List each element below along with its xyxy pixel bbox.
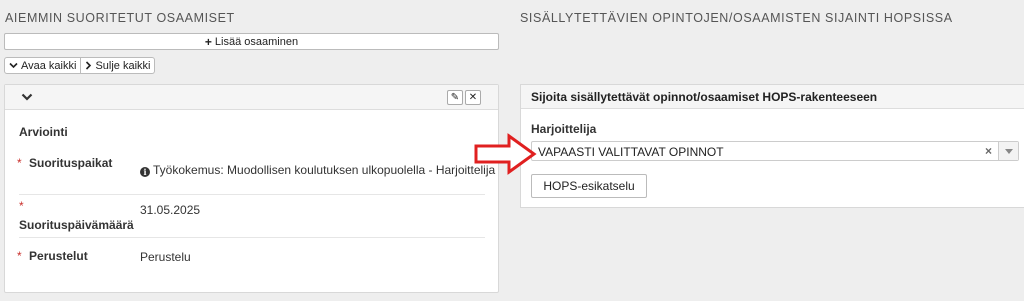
panel-title: Sijoita sisällytettävät opinnot/osaamise… xyxy=(521,85,1024,109)
chevron-down-icon[interactable] xyxy=(20,90,34,104)
close-all-label: Sulje kaikki xyxy=(95,59,151,72)
close-icon: ✕ xyxy=(468,92,478,103)
expand-toggle-group: Avaa kaikki Sulje kaikki xyxy=(4,57,156,74)
left-section-title: AIEMMIN SUORITETUT OSAAMISET xyxy=(5,11,235,25)
hops-placement-panel: Sijoita sisällytettävät opinnot/osaamise… xyxy=(520,84,1024,208)
info-icon: i xyxy=(140,167,150,177)
chevron-right-icon xyxy=(86,61,92,70)
remove-button[interactable]: ✕ xyxy=(465,90,481,105)
add-competence-label: Lisää osaaminen xyxy=(214,35,299,48)
field-label-suorituspaivamaara: Suorituspäivämäärä xyxy=(19,218,134,232)
edit-button[interactable]: ✎ xyxy=(447,90,463,105)
group-label: Harjoittelija xyxy=(531,122,597,136)
field-label-required: * xyxy=(19,199,24,213)
pencil-icon: ✎ xyxy=(450,92,460,103)
field-value-suorituspaivamaara: 31.05.2025 xyxy=(140,203,201,217)
card-header: ✎ ✕ xyxy=(5,85,498,110)
required-marker: * xyxy=(19,199,24,213)
clear-icon[interactable]: × xyxy=(985,144,992,158)
field-label-suorituspaikat: * Suorituspaikat xyxy=(17,156,112,170)
divider xyxy=(19,194,485,195)
hops-placement-select[interactable]: VAPAASTI VALITTAVAT OPINNOT × xyxy=(531,141,1019,161)
hops-preview-button[interactable]: HOPS-esikatselu xyxy=(531,174,647,198)
field-value-suorituspaikat: i Työkokemus: Muodollisen koulutuksen ulk… xyxy=(140,163,495,177)
field-value-perustelut: Perustelu xyxy=(140,250,191,264)
divider xyxy=(19,237,485,238)
red-arrow-icon xyxy=(474,133,537,175)
right-section-title: SISÄLLYTETTÄVIEN OPINTOJEN/OSAAMISTEN SI… xyxy=(520,11,953,25)
field-label-text: Perustelut xyxy=(29,249,88,263)
chevron-down-icon xyxy=(9,62,18,69)
required-marker: * xyxy=(17,249,22,263)
dropdown-arrow-icon[interactable] xyxy=(998,142,1018,160)
close-all-button[interactable]: Sulje kaikki xyxy=(81,57,156,74)
open-all-button[interactable]: Avaa kaikki xyxy=(4,57,82,74)
required-marker: * xyxy=(17,156,22,170)
field-value-text: Työkokemus: Muodollisen koulutuksen ulko… xyxy=(153,163,496,177)
assessment-heading: Arviointi xyxy=(19,125,68,139)
add-competence-button[interactable]: + Lisää osaaminen xyxy=(4,33,499,50)
competence-card: ✎ ✕ Arviointi * Suorituspaikat i Työkokem… xyxy=(4,84,499,293)
field-label-perustelut: * Perustelut xyxy=(17,249,88,263)
open-all-label: Avaa kaikki xyxy=(21,59,77,72)
selected-value: VAPAASTI VALITTAVAT OPINNOT xyxy=(538,145,724,159)
field-label-text: Suorituspaikat xyxy=(29,156,113,170)
plus-icon: + xyxy=(204,34,212,49)
